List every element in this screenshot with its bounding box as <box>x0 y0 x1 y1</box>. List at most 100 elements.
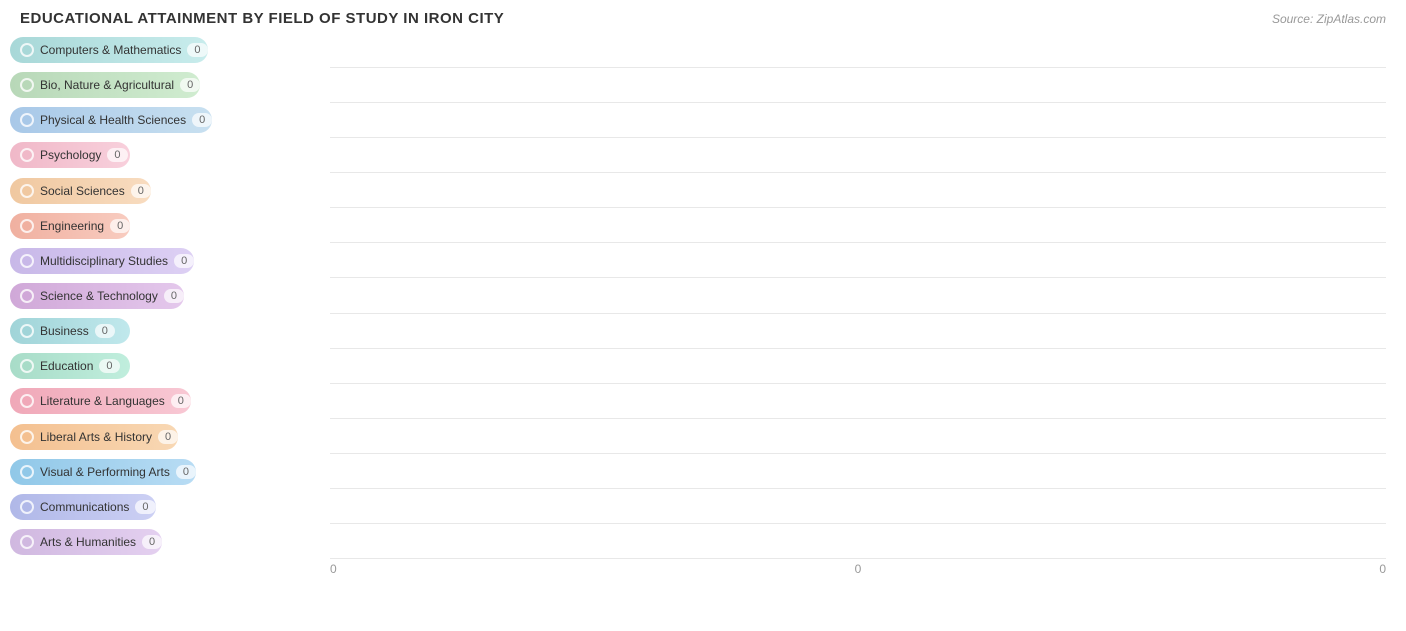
bar-value-badge: 0 <box>135 500 155 514</box>
bar-dot <box>20 219 34 233</box>
bar-label-wrap: Liberal Arts & History 0 <box>10 424 178 450</box>
bar-label-wrap: Physical & Health Sciences 0 <box>10 107 212 133</box>
bar-label: Physical & Health Sciences <box>40 113 186 127</box>
bar-label-wrap: Multidisciplinary Studies 0 <box>10 248 194 274</box>
source-label: Source: ZipAtlas.com <box>1272 12 1386 26</box>
bar-row: Arts & Humanities 0 <box>10 525 330 559</box>
x-axis-label: 0 <box>330 562 337 576</box>
chart-container: EDUCATIONAL ATTAINMENT BY FIELD OF STUDY… <box>0 0 1406 631</box>
chart-title: EDUCATIONAL ATTAINMENT BY FIELD OF STUDY… <box>10 10 1386 27</box>
bar-dot <box>20 430 34 444</box>
bar-row: Education 0 <box>10 349 330 383</box>
grid-row <box>330 349 1386 384</box>
bar-label: Business <box>40 324 89 338</box>
grid-row <box>330 314 1386 349</box>
grid-row <box>330 278 1386 313</box>
bar-label: Engineering <box>40 219 104 233</box>
bar-dot <box>20 289 34 303</box>
bar-value-badge: 0 <box>95 324 115 338</box>
bar-label-wrap: Visual & Performing Arts 0 <box>10 459 196 485</box>
bar-label: Bio, Nature & Agricultural <box>40 78 174 92</box>
bar-dot <box>20 43 34 57</box>
bar-label-wrap: Literature & Languages 0 <box>10 388 191 414</box>
x-axis: 0 0 0 <box>330 559 1386 579</box>
bar-value-badge: 0 <box>176 465 196 479</box>
bar-label: Arts & Humanities <box>40 535 136 549</box>
bar-row: Engineering 0 <box>10 209 330 243</box>
grid-row <box>330 138 1386 173</box>
grid-row <box>330 68 1386 103</box>
bar-value-badge: 0 <box>180 78 200 92</box>
grid-lines <box>330 33 1386 559</box>
grid-row <box>330 489 1386 524</box>
bar-label: Computers & Mathematics <box>40 43 181 57</box>
bar-label-wrap: Arts & Humanities 0 <box>10 529 162 555</box>
bar-label-wrap: Communications 0 <box>10 494 156 520</box>
bar-value-badge: 0 <box>110 219 130 233</box>
bar-label: Psychology <box>40 148 101 162</box>
bar-value-badge: 0 <box>142 535 162 549</box>
bar-value-badge: 0 <box>99 359 119 373</box>
bar-label-wrap: Business 0 <box>10 318 130 344</box>
bar-value-badge: 0 <box>131 184 151 198</box>
grid-row <box>330 103 1386 138</box>
bar-dot <box>20 500 34 514</box>
bars-section: Computers & Mathematics0Bio, Nature & Ag… <box>10 33 330 579</box>
bar-label: Education <box>40 359 93 373</box>
bar-value-badge: 0 <box>158 430 178 444</box>
bar-row: Psychology 0 <box>10 138 330 172</box>
bar-row: Multidisciplinary Studies 0 <box>10 244 330 278</box>
bar-label-wrap: Engineering 0 <box>10 213 130 239</box>
grid-row <box>330 173 1386 208</box>
bar-dot <box>20 254 34 268</box>
bar-row: Visual & Performing Arts 0 <box>10 455 330 489</box>
bar-label-wrap: Computers & Mathematics 0 <box>10 37 208 63</box>
bar-label-wrap: Bio, Nature & Agricultural 0 <box>10 72 200 98</box>
bar-value-badge: 0 <box>164 289 184 303</box>
bar-row: Computers & Mathematics 0 <box>10 33 330 67</box>
bar-value-badge: 0 <box>174 254 194 268</box>
grid-row <box>330 243 1386 278</box>
grid-row <box>330 454 1386 489</box>
bar-dot <box>20 394 34 408</box>
bar-row: Social Sciences 0 <box>10 174 330 208</box>
bar-label: Multidisciplinary Studies <box>40 254 168 268</box>
grid-row <box>330 208 1386 243</box>
bar-value-badge: 0 <box>192 113 212 127</box>
bar-row: Science & Technology 0 <box>10 279 330 313</box>
bar-value-badge: 0 <box>107 148 127 162</box>
x-axis-label: 0 <box>1379 562 1386 576</box>
chart-area: Computers & Mathematics0Bio, Nature & Ag… <box>10 33 1386 579</box>
bar-dot <box>20 148 34 162</box>
grid-row <box>330 384 1386 419</box>
bar-row: Business 0 <box>10 314 330 348</box>
bar-row: Communications 0 <box>10 490 330 524</box>
bar-dot <box>20 78 34 92</box>
bar-label: Social Sciences <box>40 184 125 198</box>
bar-value-badge: 0 <box>171 394 191 408</box>
bar-label: Literature & Languages <box>40 394 165 408</box>
bar-row: Physical & Health Sciences 0 <box>10 103 330 137</box>
bar-dot <box>20 324 34 338</box>
bar-row: Liberal Arts & History 0 <box>10 420 330 454</box>
grid-row <box>330 524 1386 559</box>
bar-dot <box>20 184 34 198</box>
bar-label: Communications <box>40 500 129 514</box>
bar-label-wrap: Social Sciences 0 <box>10 178 151 204</box>
grid-row <box>330 33 1386 68</box>
bar-dot <box>20 113 34 127</box>
bar-row: Literature & Languages 0 <box>10 384 330 418</box>
bar-dot <box>20 465 34 479</box>
bar-label: Liberal Arts & History <box>40 430 152 444</box>
grid-section: 0 0 0 <box>330 33 1386 579</box>
bar-label: Visual & Performing Arts <box>40 465 170 479</box>
bar-dot <box>20 535 34 549</box>
bar-value-badge: 0 <box>187 43 207 57</box>
x-axis-label: 0 <box>855 562 862 576</box>
bar-row: Bio, Nature & Agricultural 0 <box>10 68 330 102</box>
bar-label-wrap: Psychology 0 <box>10 142 130 168</box>
bar-label: Science & Technology <box>40 289 158 303</box>
bar-label-wrap: Science & Technology 0 <box>10 283 184 309</box>
bar-dot <box>20 359 34 373</box>
bar-label-wrap: Education 0 <box>10 353 130 379</box>
